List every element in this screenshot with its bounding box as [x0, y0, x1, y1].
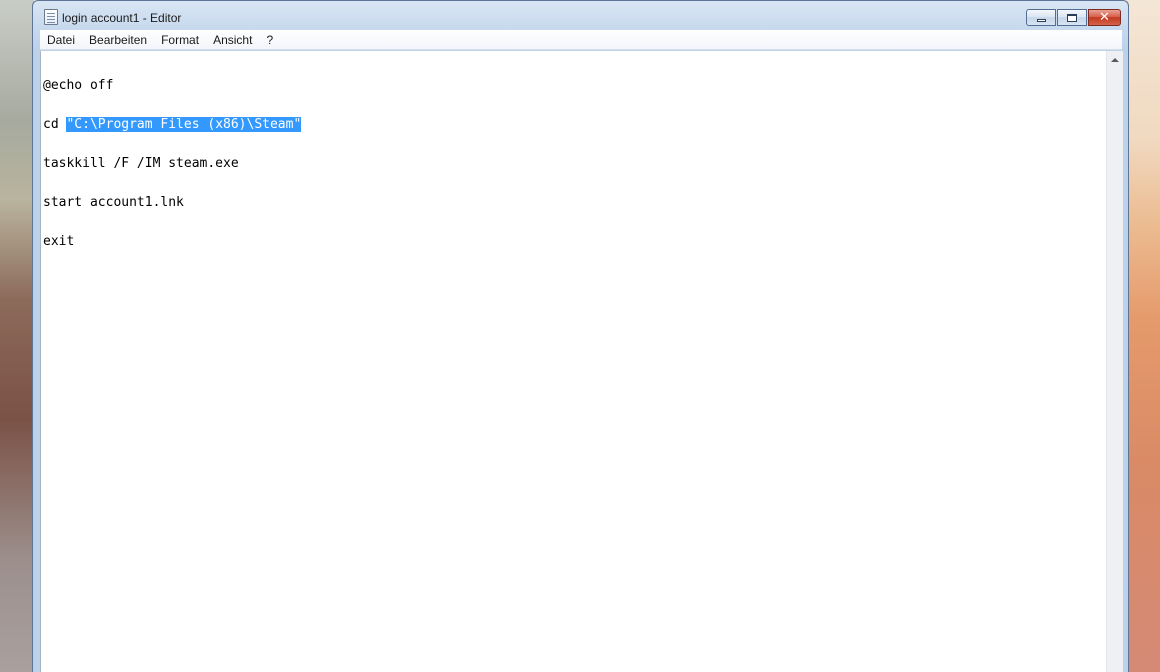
- scroll-up-arrow-icon: [1111, 57, 1119, 62]
- notepad-window: login account1 - Editor ✕ Datei Bearbeit…: [32, 0, 1129, 672]
- desktop-background-left: [0, 0, 34, 672]
- text-line: exit: [43, 234, 75, 249]
- window-title: login account1 - Editor: [62, 11, 182, 25]
- close-button[interactable]: ✕: [1088, 9, 1121, 26]
- minimize-button[interactable]: [1026, 9, 1056, 26]
- menu-bearbeiten[interactable]: Bearbeiten: [82, 30, 154, 50]
- menu-format[interactable]: Format: [154, 30, 206, 50]
- menu-bar: Datei Bearbeiten Format Ansicht ?: [40, 30, 1122, 50]
- text-content[interactable]: @echo off cd "C:\Program Files (x86)\Ste…: [43, 53, 1106, 672]
- desktop-background-right: [1128, 0, 1160, 672]
- text-line-prefix: cd: [43, 117, 67, 132]
- selected-text: "C:\Program Files (x86)\Steam": [66, 117, 302, 132]
- scroll-up-button[interactable]: [1107, 51, 1123, 68]
- close-icon: ✕: [1099, 10, 1110, 25]
- maximize-button[interactable]: [1057, 9, 1087, 26]
- text-line: @echo off: [43, 78, 114, 93]
- menu-help[interactable]: ?: [259, 30, 280, 50]
- text-editor-area[interactable]: @echo off cd "C:\Program Files (x86)\Ste…: [40, 51, 1106, 672]
- title-bar[interactable]: login account1 - Editor ✕: [33, 1, 1128, 31]
- text-line: cd "C:\Program Files (x86)\Steam": [43, 117, 1106, 132]
- vertical-scrollbar[interactable]: [1106, 51, 1123, 672]
- text-line: start account1.lnk: [43, 195, 184, 210]
- window-controls: ✕: [1025, 9, 1121, 28]
- menu-datei[interactable]: Datei: [40, 30, 82, 50]
- menu-ansicht[interactable]: Ansicht: [206, 30, 259, 50]
- minimize-icon: [1036, 18, 1046, 22]
- maximize-icon: [1067, 13, 1077, 22]
- notepad-icon[interactable]: [44, 9, 58, 25]
- text-line: taskkill /F /IM steam.exe: [43, 156, 239, 171]
